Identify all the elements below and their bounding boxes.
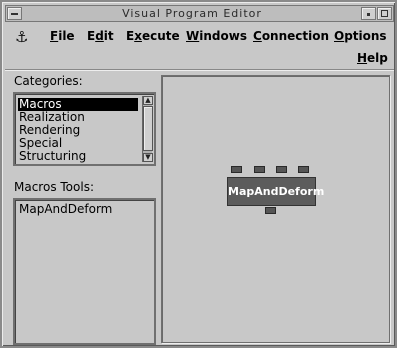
scrollbar-thumb[interactable]	[143, 106, 153, 151]
output-tab[interactable]	[265, 207, 276, 214]
maximize-icon	[381, 10, 388, 17]
tools-list[interactable]: MapAndDeform	[13, 198, 156, 345]
categories-label: Categories:	[14, 74, 83, 88]
anchor-icon: ⚓	[15, 28, 29, 46]
menu-separator	[5, 69, 394, 71]
menu-help[interactable]: Help	[357, 51, 388, 65]
input-tab[interactable]	[276, 166, 287, 173]
title-bar[interactable]: Visual Program Editor	[5, 5, 394, 22]
menu-options[interactable]: Options	[334, 29, 387, 43]
window-menu-icon	[11, 13, 18, 15]
menu-windows[interactable]: Windows	[186, 29, 247, 43]
program-canvas[interactable]: MapAndDeform	[161, 75, 390, 343]
scroll-up-arrow-icon[interactable]: ▲	[143, 96, 153, 105]
scroll-down-arrow-icon[interactable]: ▼	[143, 153, 153, 162]
minimize-button[interactable]	[361, 7, 376, 20]
maximize-button[interactable]	[377, 7, 392, 20]
input-tab[interactable]	[298, 166, 309, 173]
window-title: Visual Program Editor	[122, 7, 262, 20]
input-tab[interactable]	[231, 166, 242, 173]
module-node-label: MapAndDeform	[227, 177, 324, 206]
tool-item-mapanddeform[interactable]: MapAndDeform	[18, 202, 113, 216]
categories-list[interactable]: Macros Realization Rendering Special Str…	[13, 92, 156, 166]
menu-execute[interactable]: Execute	[126, 29, 180, 43]
categories-scrollbar[interactable]: ▲ ▼	[142, 96, 153, 162]
module-node[interactable]: MapAndDeform	[227, 166, 324, 218]
minimize-icon	[367, 13, 370, 16]
menu-connection[interactable]: Connection	[253, 29, 329, 43]
menu-edit[interactable]: Edit	[87, 29, 114, 43]
menu-bar: ⚓ File Edit Execute Windows Connection O…	[5, 24, 394, 69]
menu-file[interactable]: File	[50, 29, 75, 43]
tools-label: Macros Tools:	[14, 180, 94, 194]
visual-program-editor-window: Visual Program Editor ⚓ File Edit Execut…	[0, 0, 397, 348]
window-menu-button[interactable]	[7, 7, 22, 20]
input-tab[interactable]	[254, 166, 265, 173]
category-item-structuring[interactable]: Structuring	[18, 150, 138, 163]
